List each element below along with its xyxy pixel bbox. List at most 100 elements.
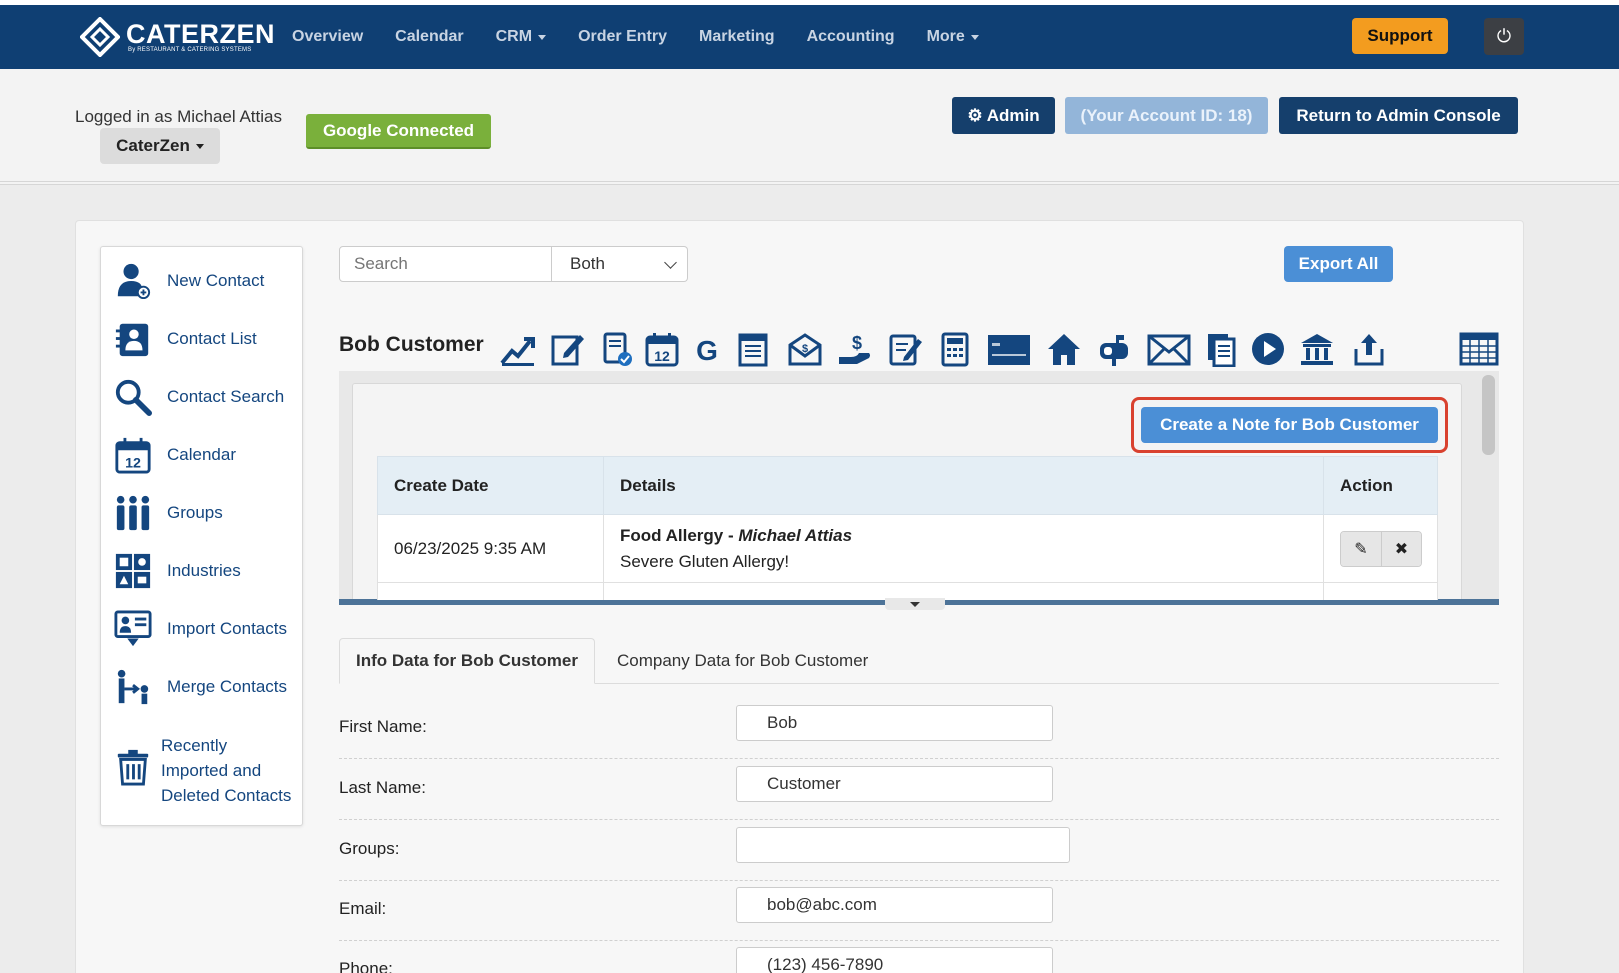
calculator-icon[interactable] (936, 330, 974, 368)
table-row: 06/23/2025 9:35 AM Food Allergy - Michae… (377, 514, 1438, 583)
caret-down-icon (538, 34, 547, 40)
first-name-label: First Name: (339, 717, 427, 736)
form-row-phone: Phone: (339, 941, 1499, 973)
nav-more-label: More (926, 28, 965, 45)
sidebar-item-groups[interactable]: Groups (113, 493, 223, 533)
svg-text:$: $ (802, 343, 808, 355)
nav-accounting-label: Accounting (806, 28, 895, 45)
last-name-field[interactable] (736, 766, 1053, 802)
google-icon[interactable]: G (688, 330, 726, 368)
calendar-icon: 12 (113, 435, 153, 475)
tab-info-data[interactable]: Info Data for Bob Customer (339, 638, 595, 684)
contact-name-title: Bob Customer (339, 333, 484, 356)
note-date: 06/23/2025 9:35 AM (377, 514, 604, 583)
groups-field[interactable] (736, 827, 1070, 863)
sidebar-item-merge-contacts[interactable]: Merge Contacts (113, 667, 287, 707)
credit-card-icon[interactable] (986, 330, 1032, 368)
sidebar-label-contact-list: Contact List (167, 329, 257, 348)
sidebar-label-groups: Groups (167, 503, 223, 522)
search-input[interactable] (339, 246, 552, 282)
nav-overview-label: Overview (292, 28, 364, 45)
nav-accounting[interactable]: Accounting (807, 28, 895, 46)
sales-chart-icon[interactable] (499, 330, 537, 368)
support-button[interactable]: Support (1352, 18, 1448, 54)
nav-marketing[interactable]: Marketing (699, 28, 775, 46)
ledger-icon[interactable] (735, 330, 773, 368)
invoice-check-icon[interactable] (598, 330, 636, 368)
export-all-button[interactable]: Export All (1284, 246, 1393, 282)
caterzen-logo[interactable]: CATERZEN By RESTAURANT & CATERING SYSTEM… (79, 16, 275, 58)
calendar-icon[interactable]: 12 (643, 330, 681, 368)
envelope-icon[interactable] (1146, 330, 1192, 368)
home-icon[interactable] (1045, 330, 1083, 368)
caret-down-icon (910, 601, 920, 607)
chevron-down-icon (664, 256, 677, 269)
sidebar-item-contact-search[interactable]: Contact Search (113, 377, 284, 417)
pane-resize-handle[interactable] (885, 598, 945, 610)
phone-field[interactable] (736, 947, 1053, 973)
form-row-email: Email: (339, 881, 1499, 941)
first-name-field[interactable] (736, 705, 1053, 741)
top-navbar: CATERZEN By RESTAURANT & CATERING SYSTEM… (0, 0, 1619, 69)
column-header-details[interactable]: Details (603, 456, 1324, 515)
svg-text:$: $ (852, 333, 862, 353)
column-header-create-date[interactable]: Create Date (377, 456, 604, 515)
form-row-groups: Groups: (339, 821, 1499, 881)
notes-table: Create Date Details Action 06/23/2025 9:… (377, 456, 1438, 600)
bank-icon[interactable] (1298, 330, 1336, 368)
edit-contact-icon[interactable] (549, 330, 587, 368)
magnifier-icon (113, 377, 153, 417)
share-export-icon[interactable] (1350, 330, 1388, 368)
admin-button[interactable]: ⚙ Admin (952, 97, 1055, 134)
sidebar-item-contact-list[interactable]: Contact List (113, 319, 257, 359)
edit-note-icon[interactable]: ✎ (1341, 531, 1381, 566)
create-note-button[interactable]: Create a Note for Bob Customer (1141, 407, 1438, 443)
groups-icon (113, 493, 153, 533)
nav-more[interactable]: More (927, 28, 979, 46)
sidebar-item-import-contacts[interactable]: Import Contacts (113, 609, 287, 649)
google-connected-button[interactable]: Google Connected (306, 114, 491, 149)
account-id-badge: (Your Account ID: 18) (1065, 97, 1268, 134)
hand-money-icon[interactable]: $ (836, 330, 874, 368)
caret-down-icon (970, 34, 979, 40)
search-scope-value: Both (570, 254, 605, 273)
column-header-action[interactable]: Action (1323, 456, 1438, 515)
nav-crm[interactable]: CRM (496, 28, 547, 46)
spreadsheet-icon[interactable] (1458, 330, 1500, 368)
sidebar-item-industries[interactable]: Industries (113, 551, 241, 591)
documents-icon[interactable] (1203, 330, 1241, 368)
mailbox-icon[interactable] (1095, 330, 1133, 368)
notes-scrollbar[interactable] (1482, 375, 1495, 455)
new-contact-icon (113, 261, 153, 301)
return-to-admin-console-button[interactable]: Return to Admin Console (1279, 97, 1518, 134)
trash-icon (113, 747, 153, 787)
sidebar-item-calendar[interactable]: 12 Calendar (113, 435, 236, 475)
play-icon[interactable] (1249, 330, 1287, 368)
account-dropdown[interactable]: CaterZen (100, 128, 220, 164)
note-actions: ✎ ✖ (1323, 514, 1438, 583)
nav-overview[interactable]: Overview (292, 28, 363, 46)
search-scope-select[interactable]: Both (552, 246, 688, 282)
logo-diamond-icon (79, 16, 121, 58)
email-field[interactable] (736, 887, 1053, 923)
nav-order-entry[interactable]: Order Entry (578, 28, 667, 46)
nav-calendar-label: Calendar (395, 28, 464, 45)
industries-icon (113, 551, 153, 591)
form-row-first-name: First Name: (339, 699, 1499, 759)
nav-calendar[interactable]: Calendar (395, 28, 463, 46)
account-dropdown-label: CaterZen (116, 136, 190, 155)
svg-text:12: 12 (654, 348, 670, 364)
note-details: Food Allergy - Michael Attias Severe Glu… (603, 514, 1324, 583)
logged-in-text: Logged in as Michael Attias (75, 107, 282, 126)
note-separator: - (723, 525, 739, 545)
notes-edit-icon[interactable] (887, 330, 925, 368)
delete-note-icon[interactable]: ✖ (1381, 531, 1421, 566)
nav-marketing-label: Marketing (698, 28, 775, 45)
sidebar-item-recently-imported-deleted[interactable]: Recently Imported and Deleted Contacts (113, 733, 291, 808)
sidebar-item-new-contact[interactable]: New Contact (113, 261, 264, 301)
contact-tabs: Info Data for Bob Customer Company Data … (339, 638, 1499, 684)
power-icon[interactable]: ⏻ (1484, 18, 1524, 55)
payment-envelope-icon[interactable]: $ (786, 330, 824, 368)
tab-company-data[interactable]: Company Data for Bob Customer (601, 638, 884, 684)
crm-sidebar: New Contact Contact List Contact Search … (100, 246, 303, 826)
